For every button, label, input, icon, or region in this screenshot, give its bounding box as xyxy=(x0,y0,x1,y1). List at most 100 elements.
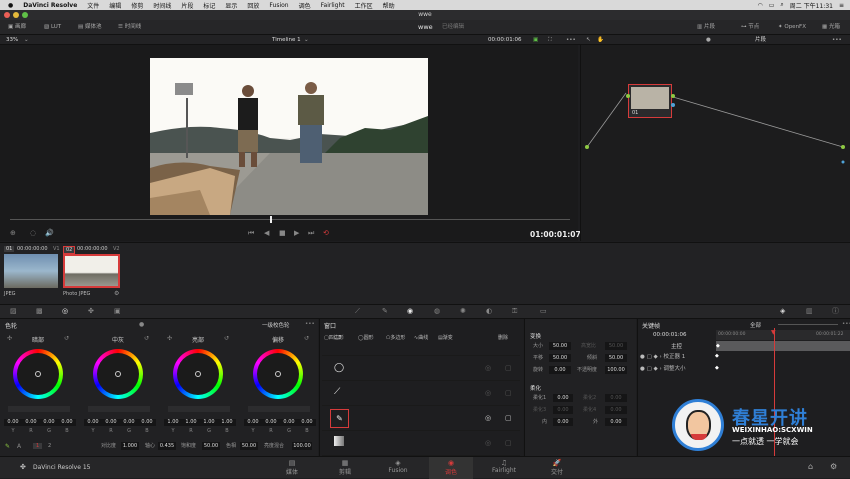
node-mode-dropdown[interactable]: 片段 xyxy=(755,36,766,45)
page-1-button[interactable]: 1 xyxy=(33,443,43,449)
window-circle-icon[interactable]: ◯ xyxy=(334,363,344,373)
wheel-gamma-y[interactable]: 0.00 xyxy=(84,419,102,426)
clip-thumbnail-2[interactable] xyxy=(63,254,120,288)
rotate-field[interactable]: 0.00 xyxy=(549,366,571,374)
window-pen-icon[interactable]: ✎ xyxy=(330,409,349,428)
stop-icon[interactable]: ■ xyxy=(279,230,286,237)
wheel-lift-r[interactable]: 0.00 xyxy=(22,419,40,426)
node-input-dot[interactable] xyxy=(626,94,630,98)
wheel-gain-b[interactable]: 1.00 xyxy=(218,419,236,426)
opacity-field[interactable]: 100.00 xyxy=(605,366,627,374)
apple-menu-icon[interactable]: ● xyxy=(0,2,18,9)
wifi-icon[interactable]: ◠ xyxy=(757,2,762,9)
wheel-gain-slider[interactable] xyxy=(168,406,230,412)
wheel-lift-slider[interactable] xyxy=(8,406,70,412)
zoom-dropdown-icon[interactable]: ⌄ xyxy=(24,36,29,45)
window-line-invert-icon[interactable]: ◎ xyxy=(485,389,491,397)
wheel-mode-dropdown[interactable]: 一级校色轮 xyxy=(262,321,290,329)
track-corrector-expand-icon[interactable]: › xyxy=(660,354,662,360)
fullscreen-icon[interactable]: ⛶ xyxy=(548,36,552,45)
settings-gear-icon[interactable]: ⚙ xyxy=(830,462,837,471)
wheel-gamma-g[interactable]: 0.00 xyxy=(120,419,138,426)
close-window-icon[interactable] xyxy=(4,12,10,18)
track-corrector-keyframe[interactable]: ◆ xyxy=(715,353,719,359)
motion-effects-icon[interactable]: ▣ xyxy=(114,308,121,315)
skip-end-icon[interactable]: ⏭ xyxy=(308,230,314,237)
page-tab-fusion[interactable]: ◈ Fusion xyxy=(376,457,420,479)
page-tab-media[interactable]: ▤ 媒体 xyxy=(270,457,314,479)
openfx-button[interactable]: ✦ OpenFX xyxy=(778,23,806,32)
wheel-gamma-b[interactable]: 0.00 xyxy=(138,419,156,426)
nodes-button[interactable]: ⊶ 节点 xyxy=(741,23,759,32)
info-icon[interactable]: ⓘ xyxy=(832,308,839,315)
search-icon[interactable]: ⌕ xyxy=(780,1,783,9)
wheel-gain-reset-icon[interactable]: ↺ xyxy=(224,335,229,342)
window-line-icon[interactable]: ⟋ xyxy=(334,387,340,397)
auto-color-icon[interactable]: A xyxy=(17,443,21,450)
track-resize-keyframe[interactable]: ◆ xyxy=(715,365,719,371)
node-01[interactable]: 01 xyxy=(626,84,675,118)
window-pen-invert-icon[interactable]: ◎ xyxy=(485,414,491,422)
camera-raw-icon[interactable]: ▨ xyxy=(10,308,17,315)
lut-button[interactable]: ▧ LUT xyxy=(44,23,61,32)
timeline-name[interactable]: Timeline 1 xyxy=(272,36,301,45)
node-alpha-dot[interactable] xyxy=(671,103,675,107)
pan-field[interactable]: 50.00 xyxy=(549,354,571,362)
color-match-icon[interactable]: ▩ xyxy=(36,308,43,315)
page-tab-color[interactable]: ◉ 调色 xyxy=(429,457,473,479)
window-gradient-icon[interactable] xyxy=(334,436,344,446)
lum-mix-field[interactable]: 100.00 xyxy=(292,442,312,450)
viewer-options-icon[interactable]: ⊕ xyxy=(10,230,16,237)
volume-icon[interactable]: 🔊 xyxy=(45,230,54,237)
wheel-offset-reset-icon[interactable]: ↺ xyxy=(304,335,309,342)
keyframes-playhead-marker[interactable]: ▼ xyxy=(771,329,776,336)
wheel-gain-ring[interactable] xyxy=(173,349,223,399)
zoom-level[interactable]: 33% xyxy=(6,36,18,45)
wheel-gamma-slider[interactable] xyxy=(88,406,150,412)
wheel-lift-g[interactable]: 0.00 xyxy=(40,419,58,426)
wheel-lift-reset-icon[interactable]: ↺ xyxy=(64,335,69,342)
window-row-quad[interactable]: ▭ xyxy=(322,332,520,356)
wheel-gain-g[interactable]: 1.00 xyxy=(200,419,218,426)
magic-mask-icon[interactable]: ✺ xyxy=(460,308,466,315)
tracker-icon[interactable]: ◍ xyxy=(434,308,440,315)
master-keyframe[interactable]: ◆ xyxy=(716,343,720,349)
page-2-button[interactable]: 2 xyxy=(48,443,51,449)
menu-help[interactable]: 帮助 xyxy=(378,1,400,10)
track-resize-expand-icon[interactable]: › xyxy=(660,366,662,372)
split-view-icon[interactable]: ▣ xyxy=(533,36,538,45)
window-line-toggle-icon[interactable]: ▢ xyxy=(505,389,512,397)
menu-mark[interactable]: 标记 xyxy=(198,1,220,10)
wheel-lift-b[interactable]: 0.00 xyxy=(58,419,76,426)
node-graph[interactable]: 01 xyxy=(580,45,850,241)
menu-playback[interactable]: 回放 xyxy=(242,1,264,10)
blur-icon[interactable]: ◐ xyxy=(486,308,492,315)
menu-edit[interactable]: 编辑 xyxy=(104,1,126,10)
zoom-window-icon[interactable] xyxy=(22,12,28,18)
clip-thumbnail-1[interactable] xyxy=(4,254,58,288)
media-pool-button[interactable]: ▤ 媒体池 xyxy=(78,23,101,32)
menu-trim[interactable]: 修剪 xyxy=(126,1,148,10)
pivot-field[interactable]: 0.435 xyxy=(158,442,176,450)
menu-color[interactable]: 调色 xyxy=(294,1,316,10)
pointer-icon[interactable]: ↖ xyxy=(586,36,591,45)
node-output-dot[interactable] xyxy=(671,94,675,98)
keyframes-tab-icon[interactable]: ◈ xyxy=(780,308,785,315)
track-corrector-lock-icon[interactable]: ▢ xyxy=(647,354,652,360)
sizing-icon[interactable]: ▭ xyxy=(540,308,547,315)
home-icon[interactable]: ⌂ xyxy=(808,462,813,471)
page-tab-deliver[interactable]: 🚀 交付 xyxy=(535,457,579,479)
soft4-field[interactable]: 0.00 xyxy=(605,406,627,414)
wheel-offset-ring[interactable] xyxy=(253,349,303,399)
wheels-more-icon[interactable]: ••• xyxy=(305,321,315,327)
key-icon[interactable]: ⚿ xyxy=(512,308,517,315)
keyframes-zoom-slider[interactable] xyxy=(778,324,838,325)
window-circle-invert-icon[interactable]: ◎ xyxy=(485,364,491,372)
contrast-field[interactable]: 1.000 xyxy=(121,442,139,450)
wheel-offset-r[interactable]: 0.00 xyxy=(262,419,280,426)
curves-icon[interactable]: ⟋ xyxy=(355,308,360,315)
clock[interactable]: 周二 下午11:31 xyxy=(790,1,833,10)
window-tab-icon[interactable]: ◉ xyxy=(407,308,413,315)
loop-mode-icon[interactable]: ◌ xyxy=(30,230,36,237)
rgb-mixer-icon[interactable]: ✤ xyxy=(88,308,94,315)
